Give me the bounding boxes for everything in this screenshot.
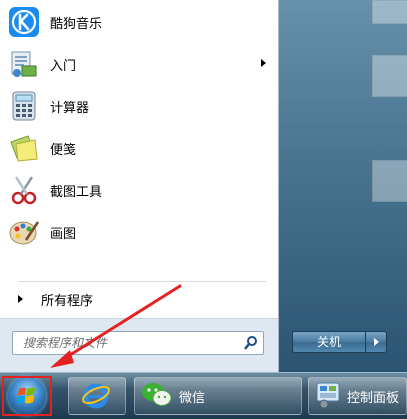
search-input[interactable] [21,335,245,351]
getting-started-icon [8,48,40,80]
taskbar-item-internet-explorer[interactable] [68,377,126,415]
all-programs-label: 所有程序 [41,293,94,309]
submenu-arrow-icon [261,59,266,67]
sticky-notes-icon [8,132,40,164]
shutdown-control: 关机 [292,331,388,353]
start-menu-programs-pane: 酷狗音乐 入门 计算器 便笺 截图工具 画图 所有程序 搜索程序和文件 [0,0,279,373]
menu-divider [18,281,266,282]
program-label: 入门 [50,58,77,74]
start-button[interactable] [2,376,52,416]
paint-icon [8,216,40,248]
taskbar-item-wechat[interactable]: 微信 [134,377,302,415]
annotation-highlight-box [2,376,52,416]
program-label: 便笺 [50,142,77,158]
chevron-right-icon [374,338,379,346]
program-item-paint[interactable]: 画图 [8,213,270,251]
program-item-getting-started[interactable]: 入门 [8,45,270,83]
shutdown-button[interactable]: 关机 [292,331,366,353]
internet-explorer-icon [81,380,111,413]
shutdown-options-button[interactable] [365,331,387,353]
taskbar-label: 控制面板 [347,390,400,406]
program-label: 截图工具 [50,184,103,200]
program-label: 计算器 [50,100,90,116]
program-label: 画图 [50,226,77,242]
start-menu-right-pane [278,0,407,372]
all-programs-button[interactable]: 所有程序 [8,288,270,310]
expand-arrow-icon [18,295,23,303]
taskbar: 微信 控制面板 [0,372,407,419]
control-panel-icon [315,381,341,412]
program-item-snipping-tool[interactable]: 截图工具 [8,171,270,209]
calculator-icon [8,90,40,122]
taskbar-label: 微信 [179,390,206,406]
taskbar-item-control-panel[interactable]: 控制面板 [308,377,407,415]
search-area [0,318,278,373]
program-item-sticky-notes[interactable]: 便笺 [8,129,270,167]
program-item-calculator[interactable]: 计算器 [8,87,270,125]
program-label: 酷狗音乐 [50,16,103,32]
kugou-icon [8,6,40,38]
program-item-kugou[interactable]: 酷狗音乐 [8,3,270,41]
search-icon[interactable] [243,335,259,351]
search-box [12,331,264,355]
snipping-tool-icon [8,174,40,206]
wechat-icon [141,381,173,412]
